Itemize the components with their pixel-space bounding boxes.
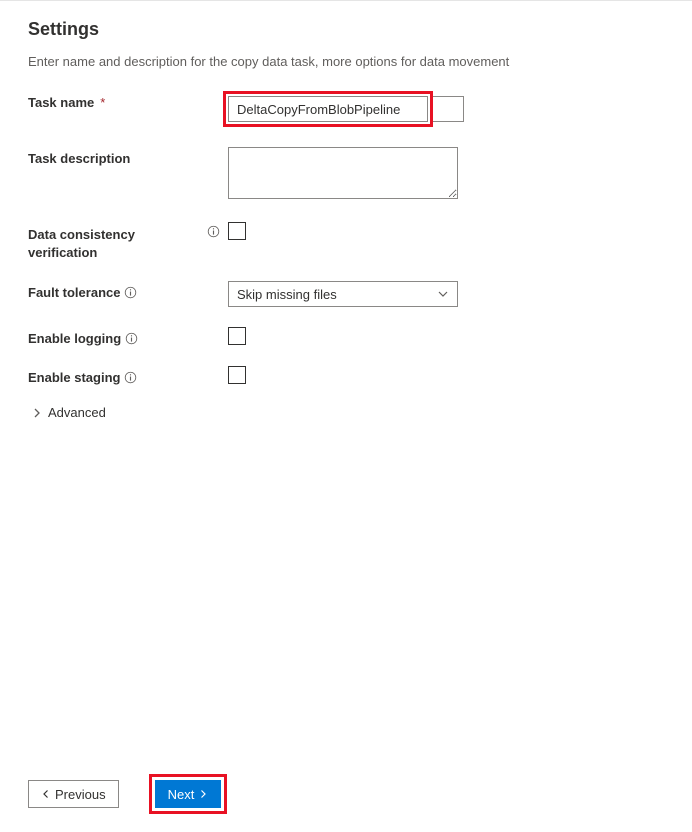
chevron-left-icon [41, 789, 51, 799]
task-name-label: Task name [28, 95, 94, 110]
caret-right-icon [32, 408, 42, 418]
advanced-label: Advanced [48, 405, 106, 420]
previous-label: Previous [55, 787, 106, 802]
task-name-highlight [223, 91, 433, 127]
next-button[interactable]: Next [155, 780, 222, 808]
info-icon[interactable] [124, 371, 137, 384]
enable-logging-checkbox[interactable] [228, 327, 246, 345]
next-label: Next [168, 787, 195, 802]
task-name-input-extension [433, 96, 464, 122]
info-icon[interactable] [124, 286, 137, 299]
fault-tolerance-label: Fault tolerance [28, 285, 120, 300]
fault-tolerance-value: Skip missing files [237, 287, 337, 302]
data-consistency-label: Data consistency verification [28, 226, 135, 261]
chevron-down-icon [437, 288, 449, 300]
required-indicator: * [100, 95, 105, 110]
chevron-right-icon [198, 789, 208, 799]
task-name-input[interactable] [228, 96, 428, 122]
page-subtitle: Enter name and description for the copy … [28, 54, 664, 69]
data-consistency-checkbox[interactable] [228, 222, 246, 240]
enable-logging-label: Enable logging [28, 331, 121, 346]
next-button-highlight: Next [149, 774, 228, 814]
task-description-input[interactable] [228, 147, 458, 199]
enable-staging-label: Enable staging [28, 370, 120, 385]
info-icon[interactable] [125, 332, 138, 345]
wizard-footer: Previous Next [28, 774, 227, 814]
info-icon[interactable] [202, 225, 220, 238]
advanced-toggle[interactable]: Advanced [28, 405, 664, 420]
task-description-label: Task description [28, 151, 130, 166]
fault-tolerance-dropdown[interactable]: Skip missing files [228, 281, 458, 307]
enable-staging-checkbox[interactable] [228, 366, 246, 384]
page-title: Settings [28, 19, 664, 40]
previous-button[interactable]: Previous [28, 780, 119, 808]
